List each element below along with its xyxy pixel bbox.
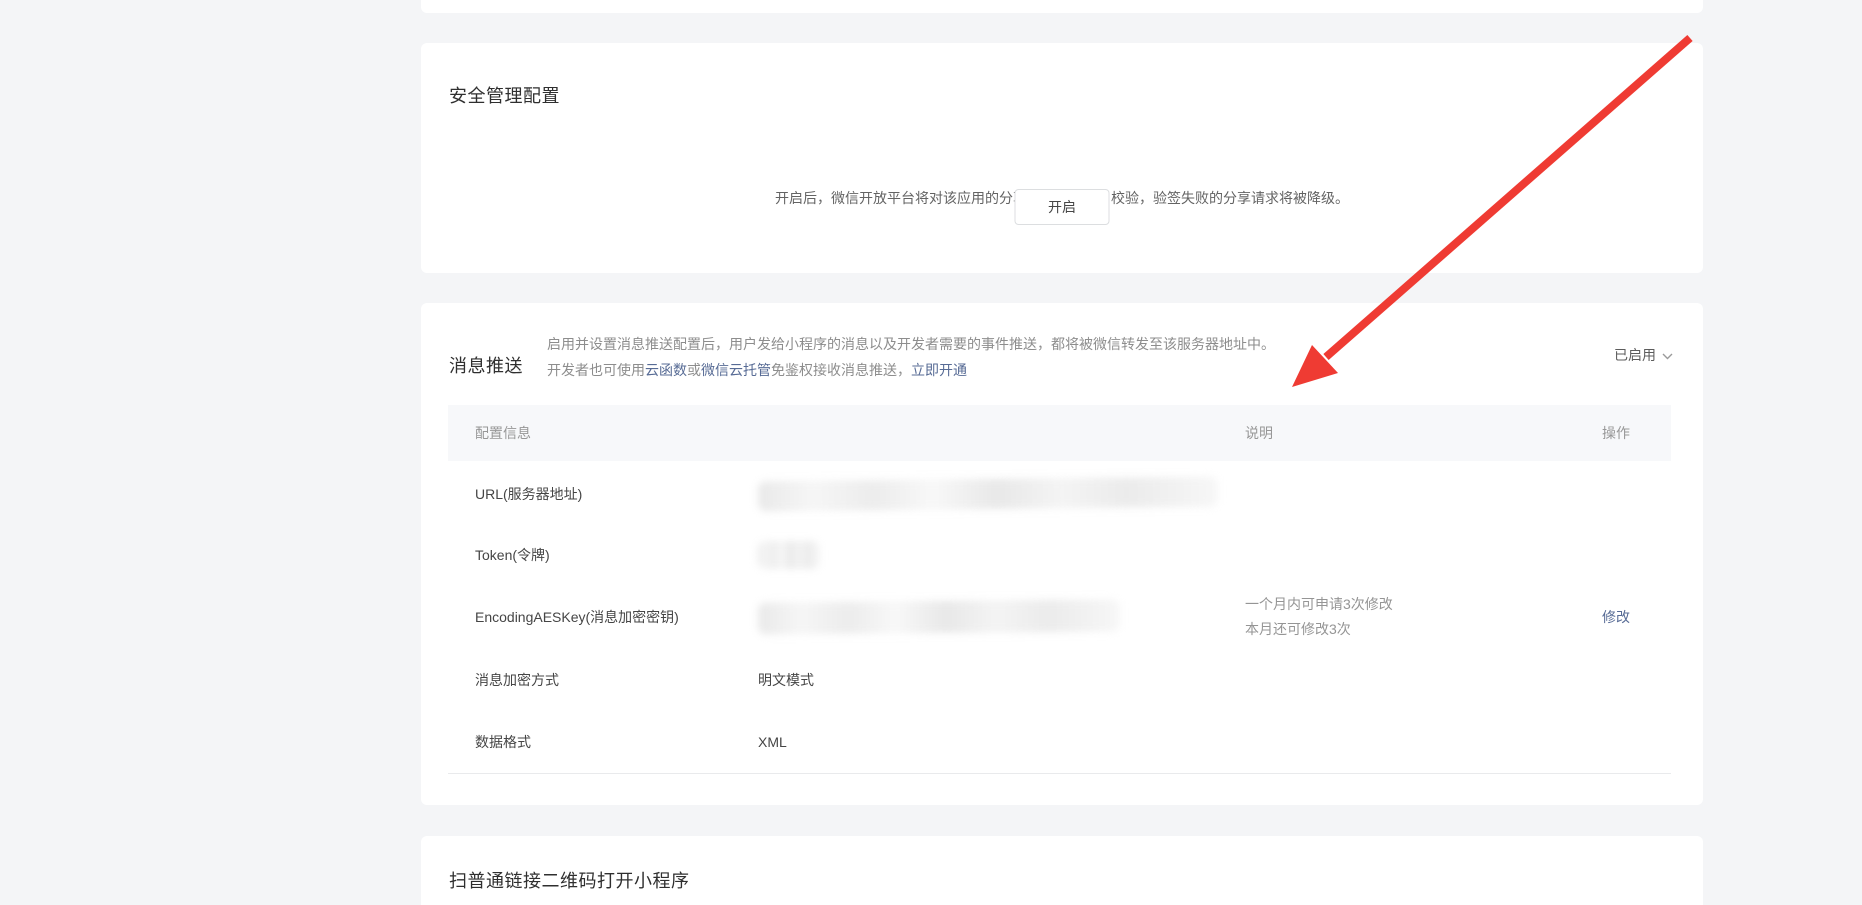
- message-push-title: 消息推送: [449, 353, 523, 379]
- column-header-action: 操作: [1602, 405, 1630, 461]
- data-format-label: 数据格式: [475, 732, 531, 752]
- table-row-encryption-mode: 消息加密方式 明文模式: [448, 649, 1671, 711]
- settings-page: 安全管理配置 开启后，微信开放平台将对该应用的分享请求进行签名校验，验签失败的分…: [0, 0, 1862, 905]
- table-row-data-format: 数据格式 XML: [448, 711, 1671, 773]
- aeskey-note: 一个月内可申请3次修改 本月还可修改3次: [1245, 592, 1393, 642]
- url-label: URL(服务器地址): [475, 484, 582, 504]
- activate-now-link[interactable]: 立即开通: [911, 362, 967, 378]
- table-row-token: Token(令牌): [448, 524, 1671, 586]
- previous-card-remnant: [421, 0, 1703, 13]
- push-description-line2: 开发者也可使用云函数或微信云托管免鉴权接收消息推送，立即开通: [547, 357, 1275, 383]
- aeskey-note-line1: 一个月内可申请3次修改: [1245, 592, 1393, 617]
- enable-button-label: 开启: [1048, 197, 1076, 217]
- message-push-card: 消息推送 启用并设置消息推送配置后，用户发给小程序的消息以及开发者需要的事件推送…: [421, 303, 1703, 805]
- enable-button[interactable]: 开启: [1015, 189, 1110, 225]
- aeskey-value-redacted: [758, 599, 1120, 634]
- desc2-suffix: 免鉴权接收消息推送，: [771, 362, 911, 378]
- encryption-mode-label: 消息加密方式: [475, 670, 559, 690]
- table-header-row: 配置信息 说明 操作: [448, 405, 1671, 461]
- encryption-mode-value: 明文模式: [758, 670, 814, 690]
- qr-card-title: 扫普通链接二维码打开小程序: [449, 868, 690, 894]
- cloud-function-link[interactable]: 云函数: [645, 362, 687, 378]
- security-config-card: 安全管理配置 开启后，微信开放平台将对该应用的分享请求进行签名校验，验签失败的分…: [421, 43, 1703, 273]
- url-value-redacted: [758, 477, 1218, 512]
- column-header-note: 说明: [1245, 405, 1273, 461]
- aeskey-note-line2: 本月还可修改3次: [1245, 617, 1393, 642]
- table-row-encoding-aeskey: EncodingAESKey(消息加密密钥) 一个月内可申请3次修改 本月还可修…: [448, 586, 1671, 648]
- status-dropdown[interactable]: 已启用: [1614, 345, 1673, 365]
- push-description-line1: 启用并设置消息推送配置后，用户发给小程序的消息以及开发者需要的事件推送，都将被微…: [547, 331, 1275, 357]
- qr-link-card: 扫普通链接二维码打开小程序: [421, 836, 1703, 905]
- status-label: 已启用: [1614, 345, 1656, 365]
- table-bottom-divider: [448, 773, 1671, 774]
- message-push-description: 启用并设置消息推送配置后，用户发给小程序的消息以及开发者需要的事件推送，都将被微…: [547, 331, 1275, 383]
- desc2-prefix: 开发者也可使用: [547, 362, 645, 378]
- token-value-redacted: [758, 541, 820, 569]
- desc2-or: 或: [687, 362, 701, 378]
- security-card-title: 安全管理配置: [449, 83, 560, 109]
- column-header-config: 配置信息: [475, 405, 531, 461]
- data-format-value: XML: [758, 734, 787, 750]
- encoding-aeskey-label: EncodingAESKey(消息加密密钥): [475, 607, 679, 627]
- cloud-hosting-link[interactable]: 微信云托管: [701, 362, 771, 378]
- token-label: Token(令牌): [475, 545, 550, 565]
- table-row-url: URL(服务器地址): [448, 463, 1671, 525]
- chevron-down-icon: [1662, 347, 1673, 363]
- modify-link[interactable]: 修改: [1602, 607, 1630, 627]
